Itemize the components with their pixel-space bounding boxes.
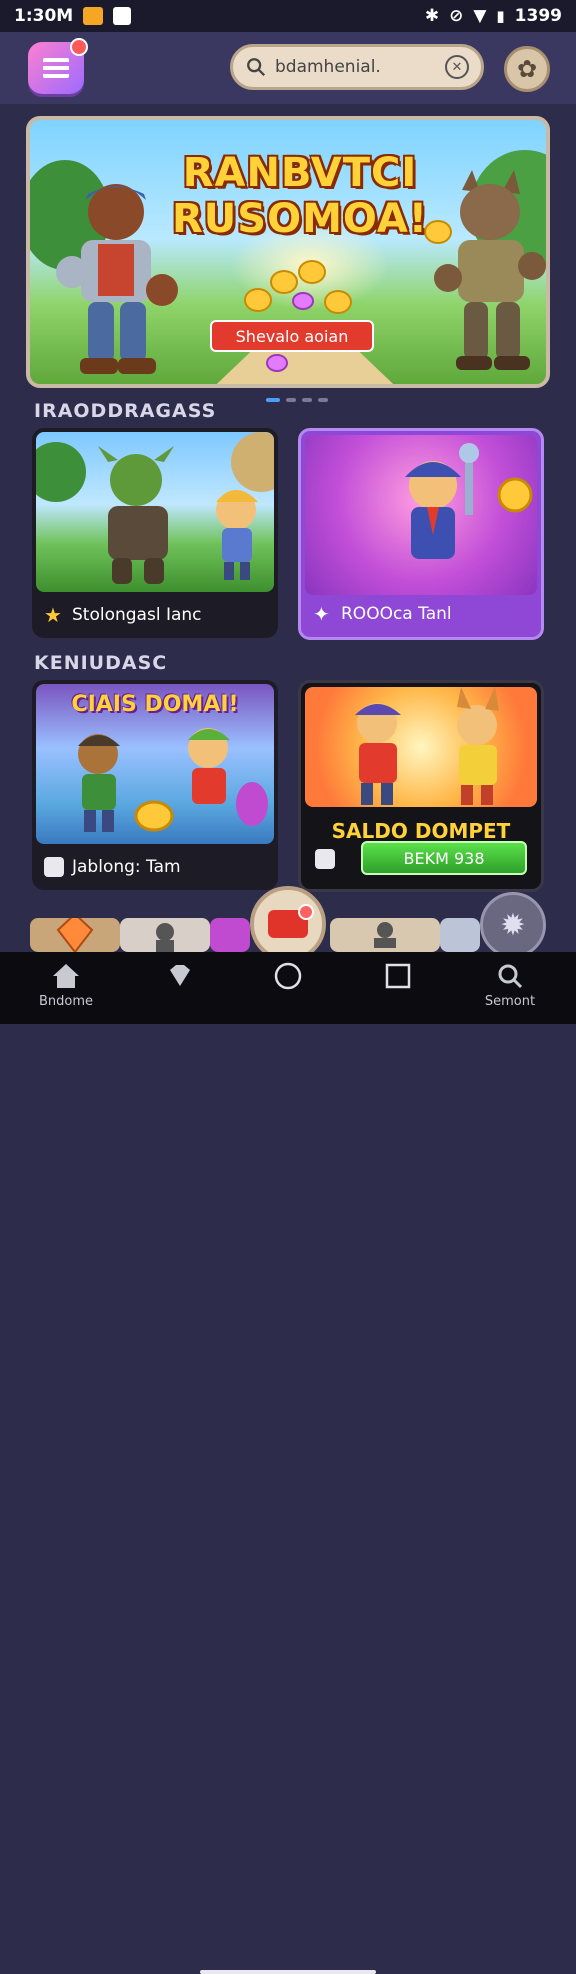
carousel-dot[interactable] [286, 398, 296, 402]
game-card-art [36, 432, 274, 592]
section-title: IRAODDRAGASS [34, 400, 217, 422]
game-card-art-title: CIAIS DOMAI! [71, 692, 239, 717]
search-input[interactable]: bdamhenial. [275, 57, 445, 77]
game-card-art [305, 435, 537, 595]
coin-icon [324, 290, 352, 314]
diamond-icon [140, 962, 220, 990]
featured-banner[interactable]: RANBVTCI RUSOMOA! Shevalo aoian [26, 116, 550, 388]
gear-icon: ✿ [516, 55, 538, 83]
game-card[interactable]: ✦ ROOOca Tanl [298, 428, 544, 640]
bluetooth-icon: ✱ [424, 6, 440, 26]
bottom-navigation: Bndome Semont [0, 952, 576, 1974]
gesture-bar [200, 1970, 376, 1974]
notification-badge [70, 38, 88, 56]
coin-icon [270, 270, 298, 294]
gem-icon [266, 354, 288, 372]
clear-search-icon[interactable]: ✕ [445, 55, 469, 79]
banner-title: RANBVTCI RUSOMOA! [170, 150, 430, 242]
wallet-card[interactable]: SALDO DOMPET BEKM 938 [298, 680, 544, 892]
nav-home-system[interactable] [248, 962, 328, 994]
check-notification-icon [113, 7, 132, 25]
star-icon: ★ [44, 603, 62, 627]
hero-character-illustration [405, 443, 533, 559]
status-bar: 1:30M ✱ ⊘ ▼ ▮ 1399 [0, 0, 576, 32]
wolf-hero-illustration [434, 170, 546, 370]
nav-search[interactable]: Semont [470, 962, 550, 1009]
coin-icon [244, 288, 272, 312]
dock-item[interactable] [210, 918, 250, 952]
notification-badge [298, 904, 314, 920]
dock-item[interactable] [30, 912, 120, 954]
character-icon [156, 923, 174, 952]
goblin-characters-illustration [36, 432, 274, 584]
wallet-card-art [305, 687, 537, 807]
wallet-card-title: SALDO DOMPET [331, 819, 511, 843]
game-card-label: Jablong: Tam [72, 857, 181, 877]
carousel-dot[interactable] [318, 398, 328, 402]
menu-button[interactable] [28, 38, 88, 94]
banner-title-line2: RUSOMOA! [171, 196, 429, 242]
wallet-buy-button[interactable]: BEKM 938 [361, 841, 527, 875]
stamp-icon [374, 922, 396, 948]
wifi-icon: ▼ [473, 6, 487, 26]
nav-label: Semont [484, 994, 536, 1009]
settings-button[interactable]: ✿ [504, 46, 550, 92]
carousel-indicator [266, 398, 328, 402]
game-card-label: Stolongasl Ianc [72, 605, 202, 625]
battery-level: 1399 [514, 6, 562, 26]
game-card-footer: ★ Stolongasl Ianc [32, 592, 278, 638]
wallet-buy-label: BEKM 938 [403, 848, 485, 868]
wallet-card-icon [315, 849, 335, 869]
banner-cta-label: Shevalo aoian [235, 326, 349, 346]
carousel-dot[interactable] [302, 398, 312, 402]
menu-icon [43, 58, 69, 78]
banner-title-line1: RANBVTCI [182, 150, 418, 196]
game-card-footer: ✦ ROOOca Tanl [301, 591, 541, 637]
status-time: 1:30M [14, 6, 74, 26]
search-icon [470, 962, 550, 990]
game-card-art: CIAIS DOMAI! [36, 684, 274, 844]
gem-icon [292, 292, 314, 310]
warrior-hero-illustration [56, 184, 178, 374]
carousel-dot[interactable] [266, 398, 280, 402]
search-icon [247, 58, 266, 77]
duo-heroes-illustration [355, 687, 499, 805]
square-recents-icon [358, 962, 438, 990]
mute-icon: ⊘ [449, 6, 464, 26]
gear-icon: ✹ [500, 907, 526, 943]
battery-icon: ▮ [496, 7, 505, 25]
nav-recents[interactable] [358, 962, 438, 994]
truck-icon [268, 904, 314, 938]
circle-home-icon [248, 962, 328, 990]
central-action-button[interactable] [250, 886, 326, 962]
sparkle-icon: ✦ [313, 602, 330, 626]
app-notification-icon [83, 7, 104, 25]
nav-label: Bndome [38, 994, 94, 1009]
coin-icon [298, 260, 326, 284]
nav-home[interactable]: Bndome [26, 962, 106, 1009]
banner-cta-button[interactable]: Shevalo aoian [210, 320, 374, 352]
puzzle-icon [44, 857, 64, 877]
dock-item[interactable] [330, 918, 440, 952]
nav-diamond[interactable] [140, 962, 220, 994]
section-title: KENIUDASC [34, 652, 168, 674]
game-card-footer: Jablong: Tam [32, 844, 278, 890]
gem-shield-icon [56, 912, 94, 954]
dock-item[interactable] [440, 918, 480, 952]
home-icon [26, 962, 106, 990]
game-card[interactable]: CIAIS DOMAI! Jablong: Tam [32, 680, 278, 890]
search-bar[interactable]: bdamhenial. ✕ [230, 44, 484, 90]
dock-item[interactable] [120, 918, 210, 952]
settings-fab[interactable]: ✹ [480, 892, 546, 958]
game-card[interactable]: ★ Stolongasl Ianc [32, 428, 278, 638]
game-card-label: ROOOca Tanl [341, 604, 452, 624]
top-bar: bdamhenial. ✕ ✿ [0, 32, 576, 104]
